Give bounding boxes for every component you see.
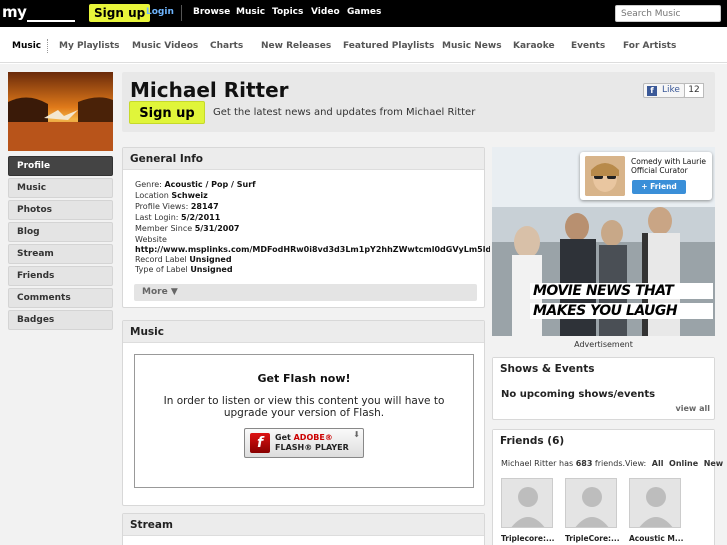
sidebar-item-badges[interactable]: Badges [8,310,113,330]
site-logo[interactable]: my [2,3,27,21]
download-arrow-icon: ⬇ [353,430,360,439]
friend-name-1[interactable]: Triplecore:... [501,534,557,543]
logo-underline [27,20,75,22]
info-label-type: Type of Label Unsigned [135,265,233,274]
stream-panel: Stream [122,513,485,545]
general-info-title: General Info [123,148,484,170]
friends-filter-all[interactable]: All [652,459,664,468]
music-panel: Music Get Flash now! In order to listen … [122,320,485,506]
friends-view-filter: View: All Online New [625,459,724,468]
profile-header: Michael Ritter Sign up Get the latest ne… [122,72,715,132]
top-bar: my Sign up Login Browse Music Topics Vid… [0,0,727,27]
friend-name-3[interactable]: Acoustic M... [629,534,685,543]
general-info-panel: General Info Genre: Acoustic / Pop / Sur… [122,147,490,308]
advertisement-label: Advertisement [574,340,633,349]
info-genre: Genre: Acoustic / Pop / Surf [135,180,256,189]
login-link[interactable]: Login [146,7,174,17]
subnav-featured-playlists[interactable]: Featured Playlists [343,41,434,51]
topnav-games[interactable]: Games [347,7,381,17]
subnav-for-artists[interactable]: For Artists [623,41,676,51]
shows-events-title: Shows & Events [493,358,714,380]
ad-headline-line1: MOVIE NEWS THAT [530,283,713,299]
friend-avatar-2[interactable] [565,478,617,528]
subnav-new-releases[interactable]: New Releases [261,41,331,51]
more-info-button[interactable]: More ▼ [134,284,477,301]
topnav-video[interactable]: Video [311,7,340,17]
info-profile-views: Profile Views: 28147 [135,202,219,211]
info-website-link[interactable]: http://www.msplinks.com/MDFodHRw0i8vd3d3… [135,245,490,254]
sidebar-item-stream[interactable]: Stream [8,244,113,264]
sidebar-item-comments[interactable]: Comments [8,288,113,308]
friends-count-line: Michael Ritter has 683 friends. [501,459,626,468]
stream-panel-title: Stream [123,514,484,536]
subnav-charts[interactable]: Charts [210,41,243,51]
topnav-browse[interactable]: Browse [193,7,230,17]
flash-upgrade-box: Get Flash now! In order to listen or vie… [134,354,474,488]
signup-tagline: Get the latest news and updates from Mic… [213,107,476,118]
music-panel-title: Music [123,321,484,343]
flash-message: In order to listen or view this content … [163,395,445,419]
subnav-music[interactable]: Music [12,41,41,51]
topnav-music[interactable]: Music [236,7,265,17]
subnav-events[interactable]: Events [571,41,605,51]
sidebar-item-blog[interactable]: Blog [8,222,113,242]
top-signup-button[interactable]: Sign up [89,4,151,22]
profile-picture[interactable] [8,72,113,151]
flash-title: Get Flash now! [257,372,351,385]
info-last-login: Last Login: 5/2/2011 [135,213,221,222]
shows-view-all-link[interactable]: view all [676,404,710,413]
subnav-karaoke[interactable]: Karaoke [513,41,555,51]
info-website-label: Website [135,235,167,244]
advertisement-banner[interactable]: Comedy with Laurie Official Curator + Fri… [492,147,715,336]
facebook-icon: f [647,86,657,96]
friend-avatar-3[interactable] [629,478,681,528]
sidebar-item-friends[interactable]: Friends [8,266,113,286]
signup-button[interactable]: Sign up [129,101,205,124]
subnav-divider [47,39,48,53]
ad-friend-button[interactable]: + Friend [632,180,686,194]
ad-headline-line2: MAKES YOU LAUGH [530,303,713,319]
search-input[interactable] [615,5,721,22]
subnav-music-videos[interactable]: Music Videos [132,41,198,51]
top-divider [181,5,182,21]
facebook-like-button[interactable]: f Like [643,83,685,98]
sidebar-item-photos[interactable]: Photos [8,200,113,220]
shows-empty-message: No upcoming shows/events [501,389,656,400]
sidebar-item-music[interactable]: Music [8,178,113,198]
facebook-like-count: 12 [684,83,704,98]
get-flash-label: Get ADOBE® FLASH® PLAYER [275,433,349,452]
friends-panel: Friends (6) Michael Ritter has 683 frien… [492,429,723,545]
friend-name-2[interactable]: TripleCore:... [565,534,621,543]
friend-avatar-1[interactable] [501,478,553,528]
ad-curator-card: Comedy with Laurie Official Curator + Fri… [580,152,712,200]
info-member-since: Member Since 5/31/2007 [135,224,240,233]
music-subnav: Music My Playlists Music Videos Charts N… [0,27,727,63]
friends-filter-online[interactable]: Online [669,459,698,468]
curator-avatar [585,156,625,196]
flash-icon: f [250,433,270,453]
sidebar-item-profile[interactable]: Profile [8,156,113,176]
info-location: Location Schweiz [135,191,208,200]
topnav-topics[interactable]: Topics [272,7,303,17]
friends-filter-new[interactable]: New [704,459,724,468]
get-flash-button[interactable]: f Get ADOBE® FLASH® PLAYER ⬇ [244,428,364,458]
subnav-my-playlists[interactable]: My Playlists [59,41,120,51]
friends-title: Friends (6) [493,430,714,452]
curator-title: Comedy with Laurie Official Curator [631,157,706,175]
subnav-music-news[interactable]: Music News [442,41,502,51]
facebook-like-label: Like [662,85,680,95]
artist-name: Michael Ritter [130,78,289,102]
shows-events-panel: Shows & Events No upcoming shows/events … [492,357,715,420]
info-record-label: Record Label Unsigned [135,255,232,264]
